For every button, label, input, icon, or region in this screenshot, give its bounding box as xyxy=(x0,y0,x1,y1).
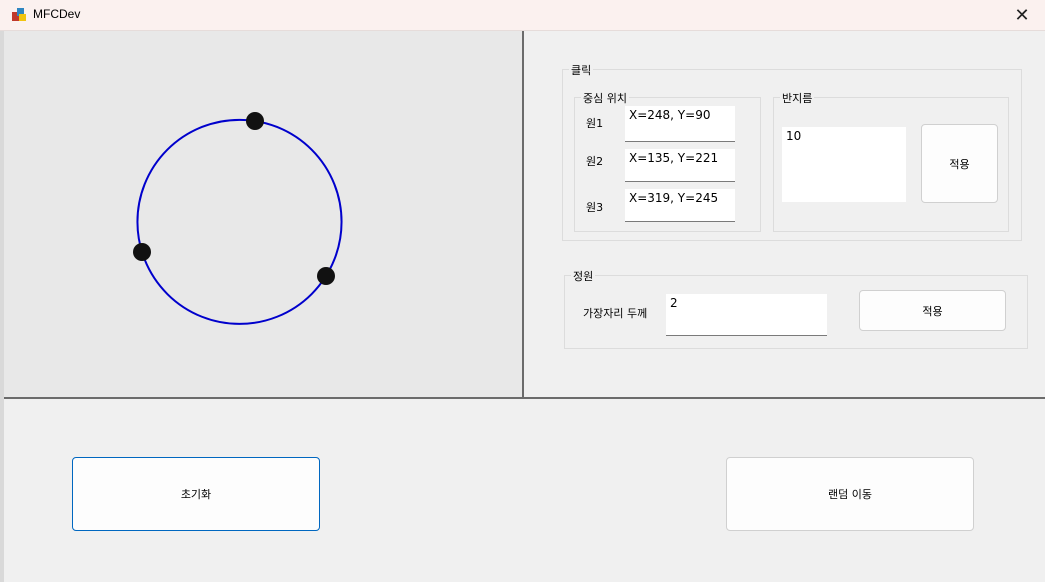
circle2-label: 원2 xyxy=(586,155,604,168)
radius-group-label: 반지름 xyxy=(780,90,815,106)
circle1-position-field[interactable]: X=248, Y=90 xyxy=(625,106,735,142)
circle3-label: 원3 xyxy=(586,201,604,214)
thickness-label: 가장자리 두께 xyxy=(583,307,648,320)
click-group-label: 클릭 xyxy=(569,62,594,78)
close-icon: ✕ xyxy=(1014,4,1030,26)
circle-group-label: 정원 xyxy=(571,268,596,284)
random-move-button[interactable]: 랜덤 이동 xyxy=(726,457,974,531)
circumcircle xyxy=(136,118,343,325)
radius-apply-button[interactable]: 적용 xyxy=(921,124,998,203)
point-marker-1[interactable] xyxy=(246,112,264,130)
radius-field[interactable]: 10 xyxy=(782,127,906,202)
reset-button[interactable]: 초기화 xyxy=(72,457,320,531)
thickness-apply-button[interactable]: 적용 xyxy=(859,290,1006,331)
app-icon xyxy=(12,8,26,21)
circle2-position-field[interactable]: X=135, Y=221 xyxy=(625,149,735,182)
click-group: 클릭 중심 위치 원1 X=248, Y=90 원2 X=135, Y=221 … xyxy=(562,62,1022,241)
control-panel: 클릭 중심 위치 원1 X=248, Y=90 원2 X=135, Y=221 … xyxy=(524,31,1045,399)
center-position-group: 중심 위치 원1 X=248, Y=90 원2 X=135, Y=221 원3 … xyxy=(574,90,761,232)
window-title: MFCDev xyxy=(33,7,81,21)
canvas-svg xyxy=(133,112,343,325)
point-marker-2[interactable] xyxy=(133,243,151,261)
center-position-label: 중심 위치 xyxy=(581,90,629,106)
drawing-canvas[interactable] xyxy=(4,31,524,399)
close-button[interactable]: ✕ xyxy=(999,0,1045,30)
circle3-position-field[interactable]: X=319, Y=245 xyxy=(625,189,735,222)
radius-group: 반지름 10 적용 xyxy=(773,90,1009,232)
bottom-panel: 초기화 랜덤 이동 xyxy=(4,399,1045,582)
point-marker-3[interactable] xyxy=(317,267,335,285)
title-bar: MFCDev ✕ xyxy=(0,0,1045,31)
circle1-label: 원1 xyxy=(586,117,604,130)
circle-group: 정원 가장자리 두께 2 적용 xyxy=(564,268,1028,349)
thickness-field[interactable]: 2 xyxy=(666,294,827,336)
